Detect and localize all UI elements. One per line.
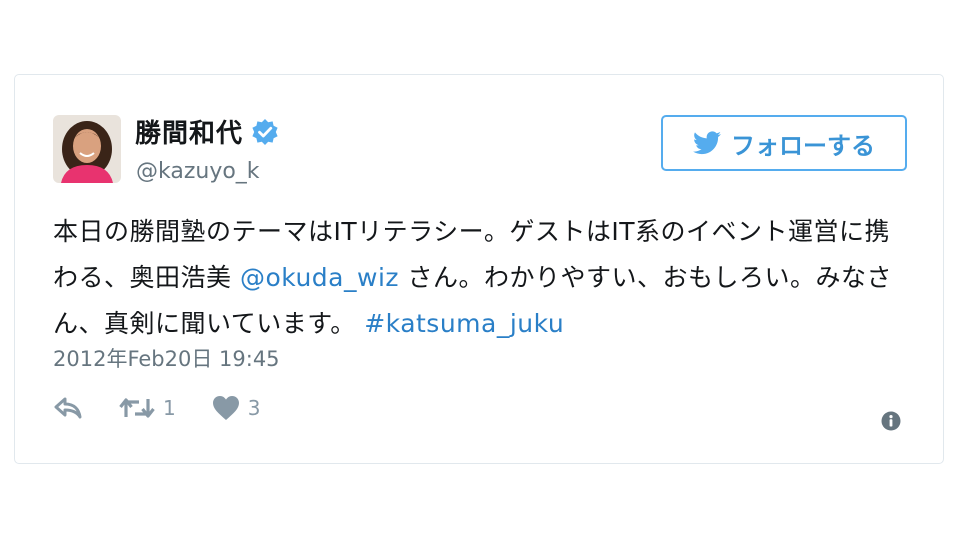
tweet-actions: 1 3 [53, 395, 296, 421]
follow-button-label: フォローする [731, 131, 875, 160]
verified-badge-icon [251, 118, 279, 146]
retweet-count: 1 [163, 396, 176, 420]
info-button[interactable] [881, 411, 901, 435]
info-icon [881, 411, 901, 431]
mention-link[interactable]: @okuda_wiz [240, 263, 399, 292]
retweet-icon [119, 398, 155, 418]
author-handle[interactable]: @kazuyo_k [136, 159, 260, 184]
hashtag-link[interactable]: #katsuma_juku [364, 309, 564, 338]
like-count: 3 [247, 396, 261, 420]
author-display-name[interactable]: 勝間和代 [135, 113, 243, 150]
follow-button[interactable]: フォローする [661, 115, 907, 171]
tweet-card: 勝間和代 @kazuyo_k フォローする 本日の勝間塾のテーマはITリテラシー… [14, 74, 944, 464]
retweet-button[interactable]: 1 [119, 395, 176, 421]
reply-icon [54, 397, 82, 419]
heart-icon [212, 396, 239, 420]
twitter-bird-icon [693, 131, 721, 155]
tweet-timestamp[interactable]: 2012年Feb20日 19:45 [53, 343, 280, 373]
reply-button[interactable] [53, 397, 83, 419]
tweet-text: 本日の勝間塾のテーマはITリテラシー。ゲストはIT系のイベント運営に携わる、奥田… [53, 209, 913, 347]
author-name-row: 勝間和代 [135, 113, 279, 150]
like-button[interactable]: 3 [212, 395, 261, 421]
avatar[interactable] [53, 115, 121, 183]
